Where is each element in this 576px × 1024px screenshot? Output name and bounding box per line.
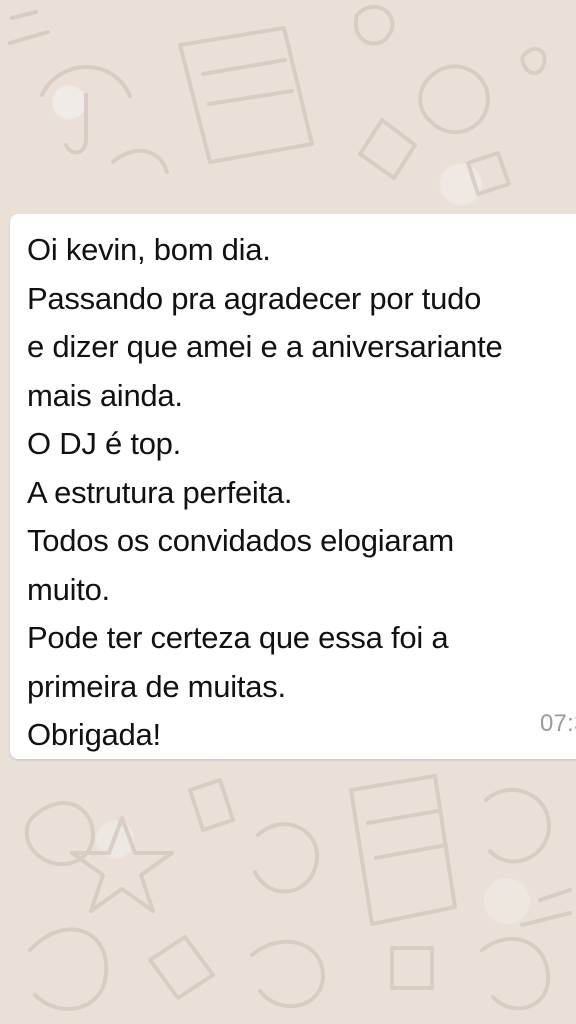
message-line: primeira de muitas. [27,668,286,704]
message-line: A estrutura perfeita. [27,474,293,510]
message-line: e dizer que amei e a aniversariante [27,329,503,364]
message-line: muito. [27,571,110,607]
message-line: Pode ter certeza que essa foi a [27,620,449,655]
message-line: O DJ é top. [27,426,182,461]
message-timestamp: 07:3 [540,710,576,737]
incoming-message-bubble[interactable]: Oi kevin, bom dia. Passando pra agradece… [10,214,576,759]
message-line: Todos os convidados elogiaram [27,523,455,558]
message-line: Passando pra agradecer por tudo [27,280,482,316]
message-line: mais ainda. [27,377,183,413]
message-line: Oi kevin, bom dia. [27,232,271,267]
message-line: Obrigada! [27,717,161,752]
